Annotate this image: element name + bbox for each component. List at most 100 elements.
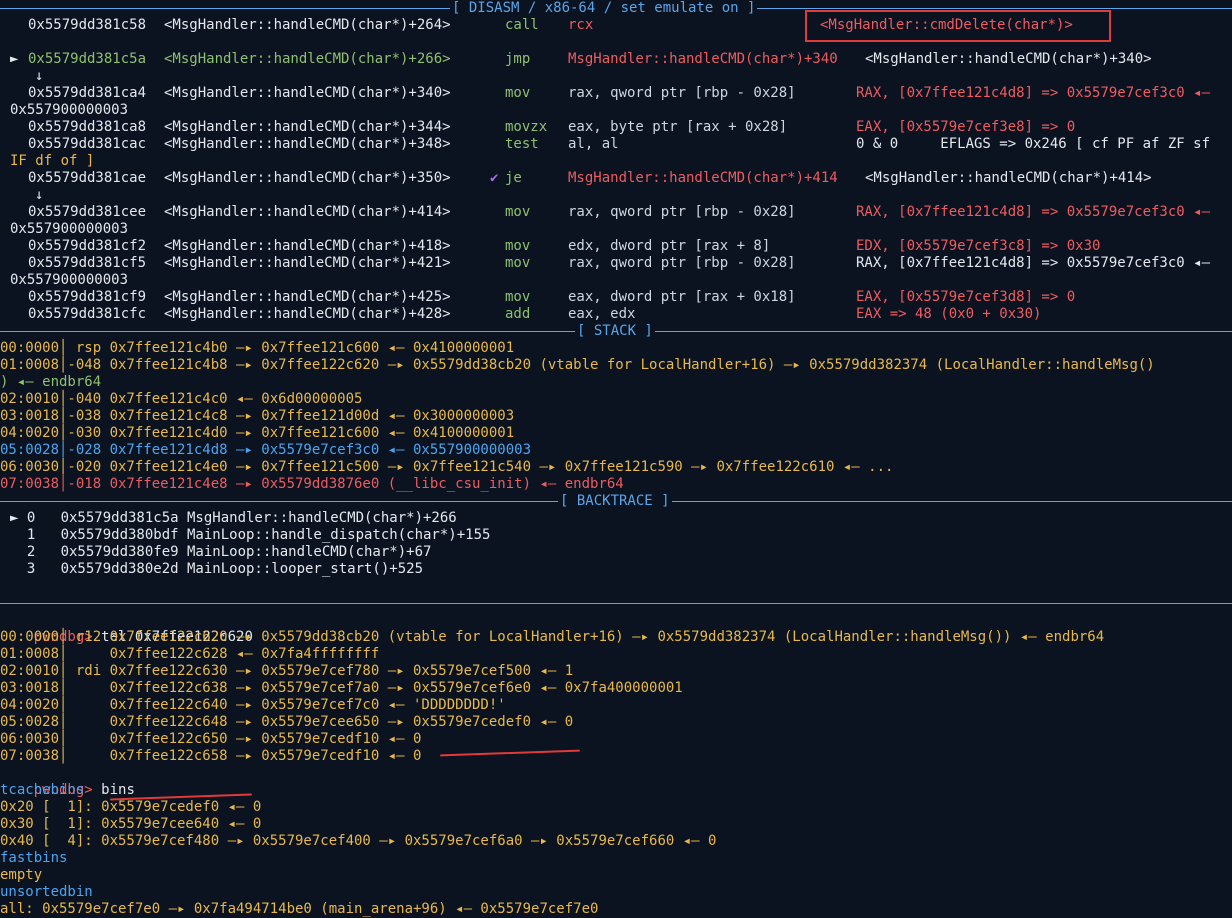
disasm-addr: 0x5579dd381cac — [28, 136, 147, 152]
disasm-row[interactable]: 0x5579dd381cf2 <MsgHandler::handleCMD(ch… — [0, 238, 1232, 255]
backtrace-frame[interactable]: 3 0x5579dd380e2d MainLoop::looper_start(… — [0, 561, 1232, 578]
disasm-args: MsgHandler::handleCMD(char*)+414 — [568, 170, 838, 186]
disasm-wrap: 0x557900000003 — [10, 221, 129, 237]
stack-title: [ STACK ] — [575, 323, 655, 340]
disasm-addr: 0x5579dd381cae — [28, 170, 147, 186]
bins-row[interactable]: 0x40 [ 4]: 0x5579e7cef480 —▸ 0x5579e7cef… — [0, 833, 1232, 850]
disasm-args: rax, qword ptr [rbp - 0x28] — [568, 204, 796, 220]
bins-row[interactable]: 0x30 [ 1]: 0x5579e7cee640 ◂— 0 — [0, 816, 1232, 833]
disasm-op: mov — [505, 204, 531, 220]
disasm-row[interactable]: 0x5579dd381ca4 <MsgHandler::handleCMD(ch… — [0, 85, 1232, 102]
disasm-addr: 0x5579dd381c5a — [28, 51, 147, 67]
command-line[interactable]: pwndbg> bins — [0, 765, 1232, 798]
stack-row[interactable]: 01:0008│-048 0x7ffee121c4b8 —▸ 0x7ffee12… — [0, 357, 1232, 374]
disasm-addr: 0x5579dd381ca8 — [28, 119, 147, 135]
disasm-comment: EAX => 48 (0x0 + 0x30) — [856, 306, 1042, 322]
disasm-wrap: 0x557900000003 — [10, 102, 129, 118]
tel-row[interactable]: 07:0038│ 0x7ffee122c658 —▸ 0x5579e7cedf1… — [0, 748, 1232, 765]
disasm-addr: 0x5579dd381cee — [28, 204, 147, 220]
disasm-addr: 0x5579dd381cf9 — [28, 289, 147, 305]
disasm-args: edx, dword ptr [rax + 8] — [568, 238, 771, 254]
disasm-sym: <MsgHandler::handleCMD(char*)+418> — [164, 238, 451, 254]
disasm-args: eax, dword ptr [rax + 0x18] — [568, 289, 796, 305]
disasm-op: test — [505, 136, 539, 152]
tel-row[interactable]: 03:0018│ 0x7ffee122c638 —▸ 0x5579e7cef7a… — [0, 680, 1232, 697]
tel-row[interactable]: 06:0030│ 0x7ffee122c650 —▸ 0x5579e7cedf1… — [0, 731, 1232, 748]
stack-pane: [ STACK ] 00:0000│ rsp 0x7ffee121c4b0 —▸… — [0, 323, 1232, 493]
disasm-sym: <MsgHandler::handleCMD(char*)+348> — [164, 136, 451, 152]
disasm-sym: <MsgHandler::handleCMD(char*)+340> — [164, 85, 451, 101]
disasm-wrap: 0x557900000003 — [10, 272, 129, 288]
stack-row[interactable]: 02:0010│-040 0x7ffee121c4c0 ◂— 0x6d00000… — [0, 391, 1232, 408]
disasm-comment: 0 & 0 EFLAGS => 0x246 [ cf PF af ZF sf — [856, 136, 1211, 152]
console-separator — [0, 595, 1232, 612]
bins-heading: fastbins — [0, 850, 68, 866]
console-pane: pwndbg> tel 0x7ffee122c620 00:0000│ r12 … — [0, 612, 1232, 918]
disasm-row[interactable]: 0x5579dd381cf9 <MsgHandler::handleCMD(ch… — [0, 289, 1232, 306]
disasm-sym: <MsgHandler::handleCMD(char*)+266> — [164, 51, 451, 67]
tel-row[interactable]: 01:0008│ 0x7ffee122c628 ◂— 0x7fa4fffffff… — [0, 646, 1232, 663]
command-line[interactable]: pwndbg> tel 0x7ffee122c620 — [0, 612, 1232, 645]
disasm-op: mov — [505, 255, 531, 271]
stack-separator: [ STACK ] — [0, 323, 1232, 340]
bins-row[interactable]: 0x20 [ 1]: 0x5579e7cedef0 ◂— 0 — [0, 799, 1232, 816]
stack-row[interactable]: 05:0028│-028 0x7ffee121c4d8 —▸ 0x5579e7c… — [0, 442, 1232, 459]
branch-taken-check-icon: ✔ — [490, 170, 499, 186]
disasm-title: [ DISASM / x86-64 / set emulate on ] — [450, 0, 758, 17]
tel-row[interactable]: 04:0020│ 0x7ffee122c640 —▸ 0x5579e7cef7c… — [0, 697, 1232, 714]
bins-row[interactable]: all: 0x5579e7cef7e0 —▸ 0x7fa494714be0 (m… — [0, 901, 1232, 918]
disasm-comment: EDX, [0x5579e7cef3c8] => 0x30 — [856, 238, 1101, 254]
disasm-addr: 0x5579dd381ca4 — [28, 85, 147, 101]
disasm-row[interactable]: 0x5579dd381cfc <MsgHandler::handleCMD(ch… — [0, 306, 1232, 323]
disasm-comment: <MsgHandler::handleCMD(char*)+340> — [865, 51, 1152, 67]
disasm-op: jmp — [505, 51, 531, 67]
eflags-wrap: IF df of ] — [10, 153, 95, 169]
disasm-sym: <MsgHandler::handleCMD(char*)+421> — [164, 255, 451, 271]
disasm-args: eax, edx — [568, 306, 636, 322]
disasm-row[interactable]: 0x5579dd381cee <MsgHandler::handleCMD(ch… — [0, 204, 1232, 221]
disasm-args: rcx — [568, 17, 594, 33]
disasm-op: add — [505, 306, 531, 322]
stack-row[interactable]: 03:0018│-038 0x7ffee121c4c8 —▸ 0x7ffee12… — [0, 408, 1232, 425]
tel-row[interactable]: 05:0028│ 0x7ffee122c648 —▸ 0x5579e7cee65… — [0, 714, 1232, 731]
disasm-op: mov — [505, 238, 531, 254]
stack-row[interactable]: 04:0020│-030 0x7ffee121c4d0 —▸ 0x7ffee12… — [0, 425, 1232, 442]
down-arrow-icon: ↓ — [35, 187, 44, 203]
disasm-sym: <MsgHandler::handleCMD(char*)+428> — [164, 306, 451, 322]
disasm-args: eax, byte ptr [rax + 0x28] — [568, 119, 788, 135]
backtrace-frame[interactable]: ► 0 0x5579dd381c5a MsgHandler::handleCMD… — [0, 510, 1232, 527]
down-arrow-icon: ↓ — [35, 68, 44, 84]
stack-row-wrap: ) ◂— endbr64 — [0, 374, 102, 390]
disasm-row[interactable]: 0x5579dd381cf5 <MsgHandler::handleCMD(ch… — [0, 255, 1232, 272]
disasm-pane: [ DISASM / x86-64 / set emulate on ] 0x5… — [0, 0, 1232, 323]
tel-row[interactable]: 00:0000│ r12 0x7ffee122c620 —▸ 0x5579dd3… — [0, 629, 1232, 646]
disasm-op: movzx — [505, 119, 548, 135]
backtrace-separator: [ BACKTRACE ] — [0, 493, 1232, 510]
stack-row[interactable]: 06:0030│-020 0x7ffee121c4e0 —▸ 0x7ffee12… — [0, 459, 1232, 476]
backtrace-frame[interactable]: 2 0x5579dd380fe9 MainLoop::handleCMD(cha… — [0, 544, 1232, 561]
disasm-comment: <MsgHandler::handleCMD(char*)+414> — [865, 170, 1152, 186]
current-pc-arrow-icon: ► — [10, 51, 19, 67]
disasm-sym: <MsgHandler::handleCMD(char*)+350> — [164, 170, 451, 186]
disasm-comment: EAX, [0x5579e7cef3e8] => 0 — [856, 119, 1076, 135]
stack-row[interactable]: 07:0038│-018 0x7ffee121c4e8 —▸ 0x5579dd3… — [0, 476, 1232, 493]
disasm-sym: <MsgHandler::handleCMD(char*)+425> — [164, 289, 451, 305]
disasm-addr: 0x5579dd381cf2 — [28, 238, 147, 254]
disasm-row[interactable]: 0x5579dd381ca8 <MsgHandler::handleCMD(ch… — [0, 119, 1232, 136]
disasm-sym: <MsgHandler::handleCMD(char*)+344> — [164, 119, 451, 135]
disasm-args: MsgHandler::handleCMD(char*)+340 — [568, 51, 838, 67]
highlight-box-cmdDelete — [805, 10, 1111, 42]
tel-row[interactable]: 02:0010│ rdi 0x7ffee122c630 —▸ 0x5579e7c… — [0, 663, 1232, 680]
disasm-row[interactable]: 0x5579dd381cac <MsgHandler::handleCMD(ch… — [0, 136, 1232, 153]
disasm-comment: EAX, [0x5579e7cef3d8] => 0 — [856, 289, 1076, 305]
disasm-op: call — [505, 17, 539, 33]
stack-row[interactable]: 00:0000│ rsp 0x7ffee121c4b0 —▸ 0x7ffee12… — [0, 340, 1232, 357]
disasm-args: al, al — [568, 136, 619, 152]
disasm-row-current[interactable]: ► 0x5579dd381c5a <MsgHandler::handleCMD(… — [0, 51, 1232, 68]
backtrace-frame[interactable]: 1 0x5579dd380bdf MainLoop::handle_dispat… — [0, 527, 1232, 544]
disasm-row[interactable]: 0x5579dd381cae <MsgHandler::handleCMD(ch… — [0, 170, 1232, 187]
disasm-comment: RAX, [0x7ffee121c4d8] => 0x5579e7cef3c0 … — [856, 204, 1211, 220]
disasm-comment: RAX, [0x7ffee121c4d8] => 0x5579e7cef3c0 … — [856, 255, 1211, 271]
disasm-op: mov — [505, 289, 531, 305]
bins-row: empty — [0, 867, 43, 883]
